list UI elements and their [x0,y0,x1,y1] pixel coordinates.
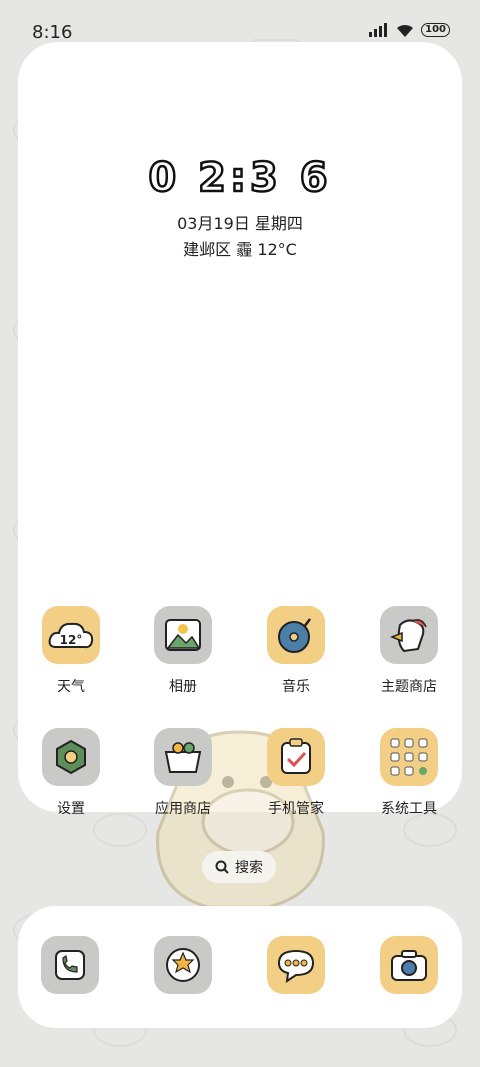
search-label: 搜索 [235,860,263,876]
clock-widget[interactable]: 0 2:3 6 [0,154,480,203]
weather-temp-badge: 12° [60,633,83,647]
app-label: 手机管家 [268,801,324,817]
status-time: 8:16 [32,22,73,43]
browser-globe-icon[interactable] [154,936,212,994]
date-text: 03月19日 星期四 [177,214,303,233]
messages-bubble-icon[interactable] [267,936,325,994]
app-label: 音乐 [282,679,310,695]
app-label: 主题商店 [381,679,437,695]
search-icon [215,860,229,874]
camera-icon[interactable] [380,936,438,994]
signal-icon [369,23,388,37]
app-music[interactable]: 音乐 [251,606,341,696]
app-settings[interactable]: 设置 [26,728,116,818]
system-tools-folder-icon [380,728,438,786]
phone-manager-clipboard-icon [267,728,325,786]
app-label: 天气 [57,679,85,695]
music-record-icon [267,606,325,664]
battery-icon: 100 [421,23,450,37]
app-label: 系统工具 [381,801,437,817]
wifi-icon [397,24,414,37]
app-weather[interactable]: 12° 天气 [26,606,116,696]
search-button[interactable]: 搜索 [202,851,276,883]
app-system-tools[interactable]: 系统工具 [364,728,454,818]
app-store-basket-icon [154,728,212,786]
app-app-store[interactable]: 应用商店 [138,728,228,818]
dock [18,906,462,1028]
app-theme-store[interactable]: 主题商店 [364,606,454,696]
app-label: 设置 [57,801,85,817]
weather-cloud-icon: 12° [42,606,100,664]
status-bar: 8:16 100 [0,0,480,44]
app-phone-manager[interactable]: 手机管家 [251,728,341,818]
app-label: 相册 [169,679,197,695]
phone-icon[interactable] [41,936,99,994]
app-gallery[interactable]: 相册 [138,606,228,696]
gallery-picture-icon [154,606,212,664]
settings-leaf-icon [42,728,100,786]
theme-store-duck-icon [380,606,438,664]
weather-summary: 建邺区 霾 12°C [183,240,297,259]
app-label: 应用商店 [155,801,211,817]
